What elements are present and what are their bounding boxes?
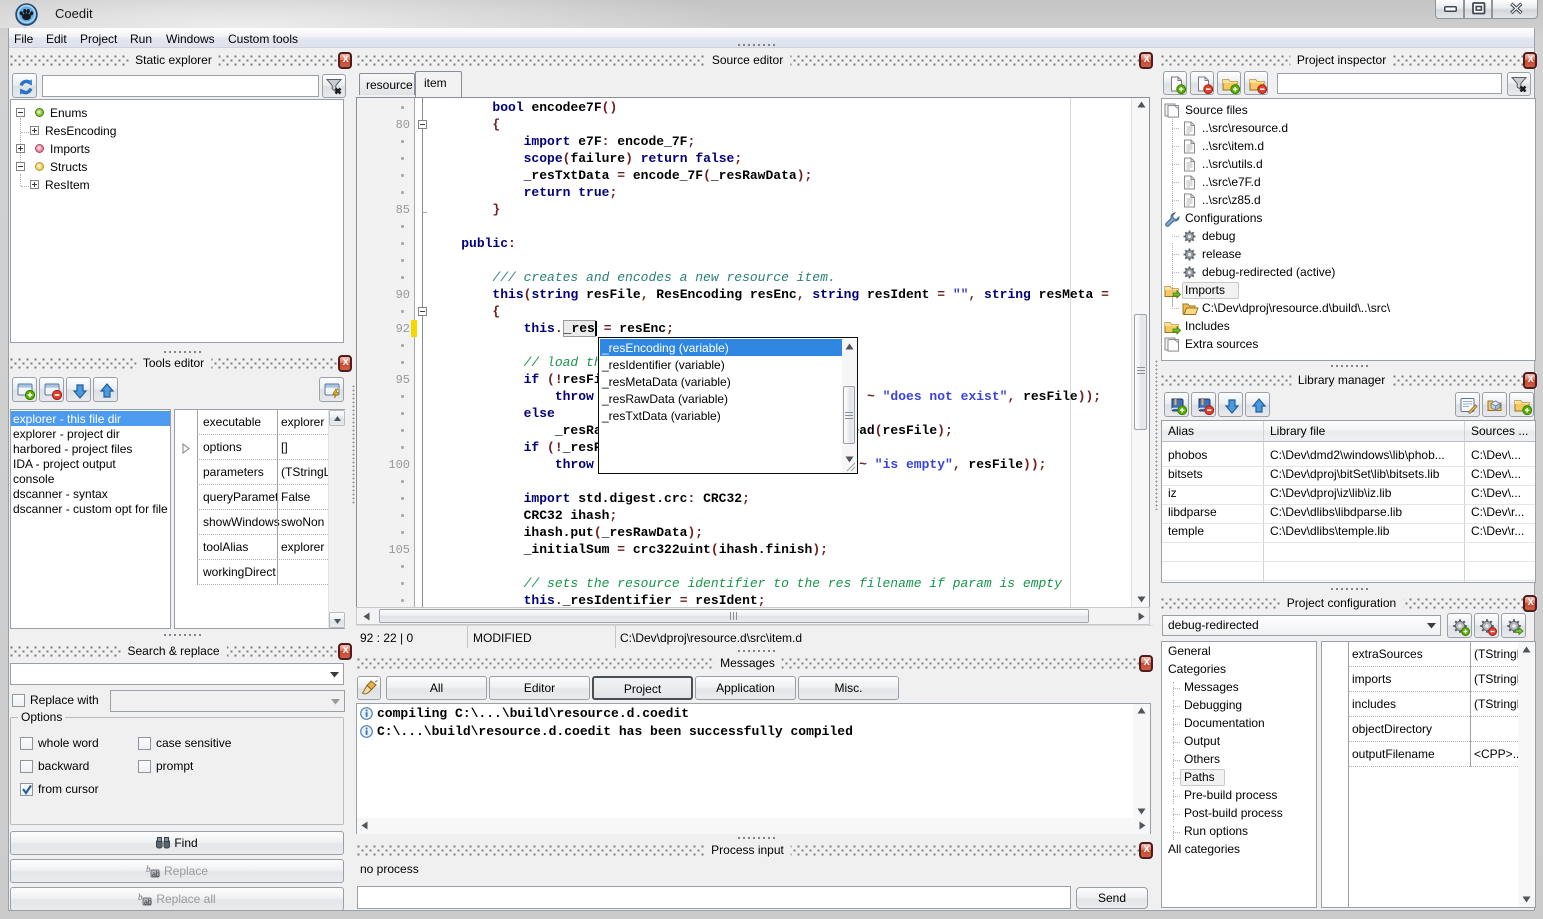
svg-text:b: b <box>138 892 143 902</box>
svg-text:ab: ab <box>152 872 160 879</box>
svg-text:ab: ab <box>144 900 152 907</box>
svg-text:b: b <box>146 864 151 874</box>
